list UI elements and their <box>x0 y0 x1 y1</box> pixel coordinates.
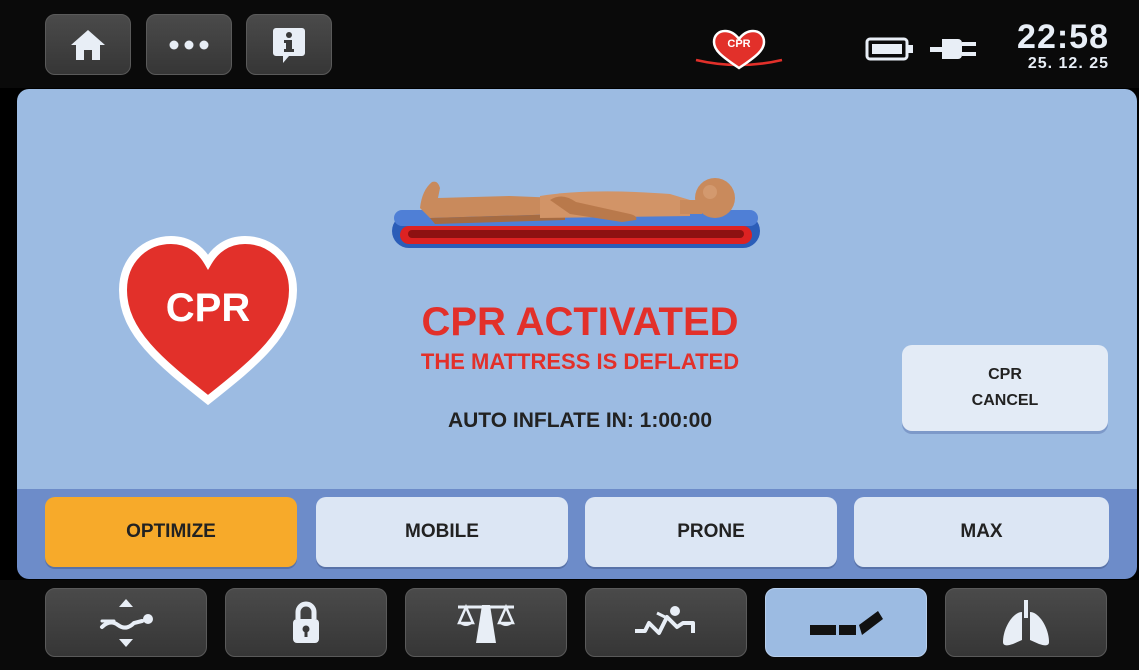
mode-mobile-button[interactable]: MOBILE <box>316 497 568 567</box>
mode-prone-button[interactable]: PRONE <box>585 497 837 567</box>
scale-icon <box>457 603 515 643</box>
pressure-adjust-icon <box>100 598 153 647</box>
home-button[interactable] <box>45 14 131 75</box>
nav-lock-button[interactable] <box>225 588 387 657</box>
cpr-cancel-line2: CANCEL <box>971 392 1039 409</box>
cpr-cancel-line1: CPR <box>988 366 1022 383</box>
info-button[interactable] <box>246 14 332 75</box>
lungs-icon <box>1003 599 1049 645</box>
mode-max-button[interactable]: MAX <box>854 497 1109 567</box>
clock: 22:58 25. 12. 25 <box>1017 18 1109 73</box>
mattress-icon <box>810 610 883 635</box>
mode-optimize-button[interactable]: OPTIMIZE <box>45 497 297 567</box>
mode-label: MOBILE <box>405 521 479 542</box>
cpr-cancel-button[interactable]: CPR CANCEL <box>902 345 1108 431</box>
more-button[interactable] <box>146 14 232 75</box>
info-icon <box>273 27 305 63</box>
mode-selector: OPTIMIZE MOBILE PRONE MAX <box>17 489 1137 579</box>
mode-label: OPTIMIZE <box>126 521 216 542</box>
plug-icon <box>930 39 976 59</box>
more-dots-icon <box>169 40 209 49</box>
cpr-activated-title: CPR ACTIVATED <box>421 300 739 344</box>
nav-mattress-button[interactable] <box>765 588 927 657</box>
cpr-indicator-label: CPR <box>727 38 751 50</box>
mode-label: PRONE <box>677 521 745 542</box>
home-icon <box>71 29 105 60</box>
nav-pressure-button[interactable] <box>45 588 207 657</box>
cpr-heart-small-icon <box>695 29 783 70</box>
clock-time: 22:58 <box>1017 18 1109 56</box>
clock-date: 25. 12. 25 <box>1027 55 1109 72</box>
lock-icon <box>293 601 319 643</box>
bottom-nav <box>0 580 1139 670</box>
mode-label: MAX <box>960 521 1003 542</box>
nav-turn-button[interactable] <box>585 588 747 657</box>
nav-scale-button[interactable] <box>405 588 567 657</box>
battery-icon <box>865 37 913 61</box>
patient-turn-icon <box>635 605 695 635</box>
nav-lungs-button[interactable] <box>945 588 1107 657</box>
top-bar: CPR 22:58 25. 12. 25 <box>0 0 1139 88</box>
patient-on-mattress-illustration <box>392 178 760 248</box>
cpr-status-indicator: CPR <box>694 28 784 72</box>
